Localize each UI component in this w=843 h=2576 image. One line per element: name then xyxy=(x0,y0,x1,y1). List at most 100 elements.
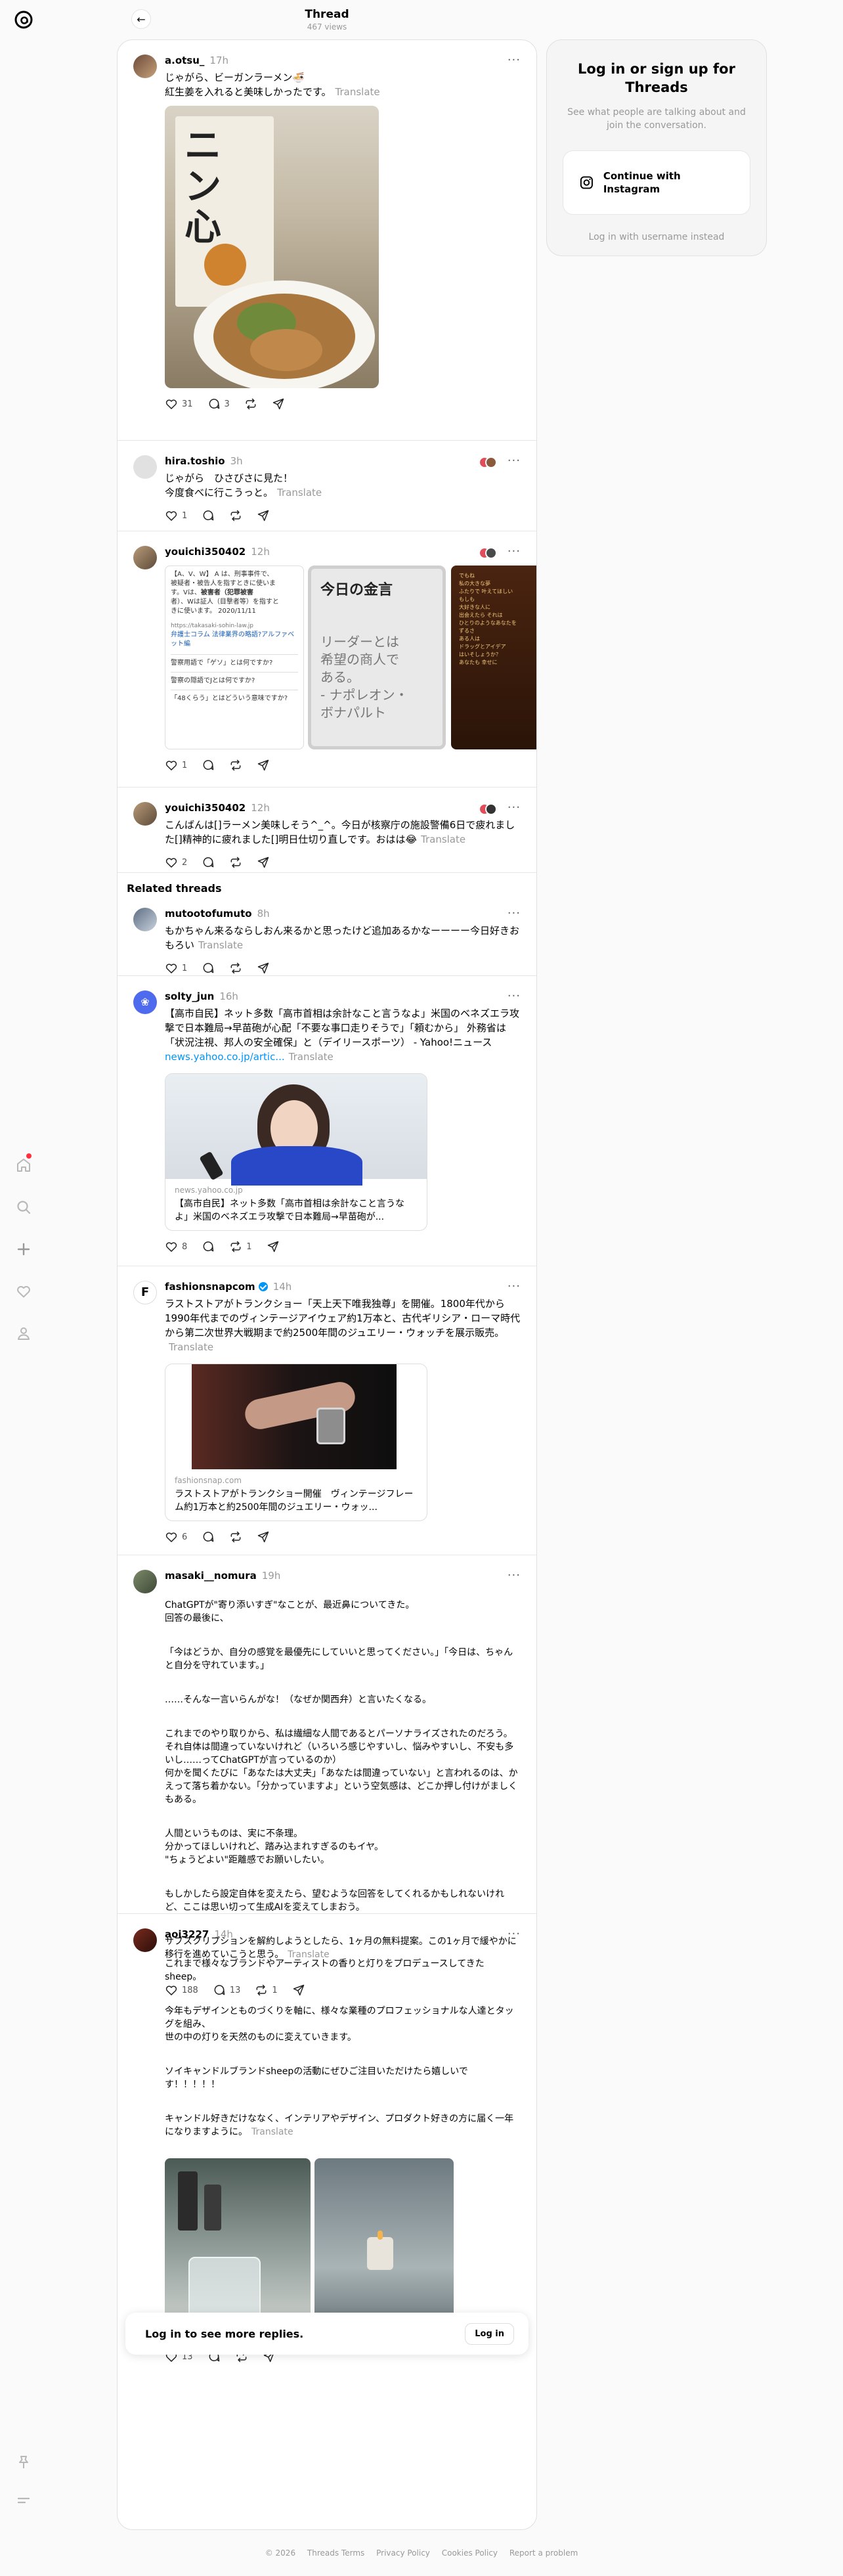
share-button[interactable] xyxy=(272,397,285,411)
related-post[interactable]: ··· masaki__nomura 19h ChatGPTが"寄り添いすぎ"なこ… xyxy=(118,1555,536,1914)
reply-button[interactable] xyxy=(202,1530,215,1543)
like-button[interactable]: 31 xyxy=(165,397,193,411)
repost-button[interactable] xyxy=(229,1530,242,1543)
share-button[interactable] xyxy=(267,1240,280,1253)
continue-with-instagram-button[interactable]: Continue with Instagram xyxy=(563,150,750,215)
more-options-icon[interactable]: ··· xyxy=(508,989,521,1003)
avatar[interactable] xyxy=(133,1570,157,1593)
carousel-image-1[interactable]: 【A、V、W】 A は、刑事事件で、 被疑者・被告人を指すときに使いま す。Vは… xyxy=(165,566,304,749)
related-post[interactable]: F ··· fashionsnapcom 14h ラストストアがトランクショー「天… xyxy=(118,1266,536,1555)
reply-button[interactable] xyxy=(202,1240,215,1253)
username[interactable]: masaki__nomura xyxy=(165,1570,257,1582)
reply-post[interactable]: ··· hira.toshio 3h じゃがら ひさびさに見た！ 今度食べに行こう… xyxy=(118,441,536,531)
share-button[interactable] xyxy=(257,962,270,975)
more-options-icon[interactable]: ··· xyxy=(508,454,521,468)
more-options-icon[interactable]: ··· xyxy=(508,1927,521,1941)
main-post[interactable]: ··· a.otsu_ 17h じゃがら、ビーガンラーメン🍜 紅生姜を入れると美味… xyxy=(118,40,536,441)
more-options-icon[interactable]: ··· xyxy=(508,801,521,814)
repost-button[interactable] xyxy=(229,962,242,975)
like-button[interactable]: 2 xyxy=(165,856,187,869)
avatar[interactable] xyxy=(133,1928,157,1952)
repost-button[interactable]: 1 xyxy=(229,1240,252,1253)
carousel-image-3[interactable]: でもね 私の大きな夢 ふたりで 叶えてほしい もしも 大好きな人に 出会えたら … xyxy=(451,566,536,749)
more-options-icon[interactable]: ··· xyxy=(508,1568,521,1582)
reply-post[interactable]: ··· youichi350402 12h 【A、V、W】 A は、刑事事件で、 … xyxy=(118,531,536,788)
reply-post[interactable]: ··· youichi350402 12h こんばんは[]ラーメン美味しそう^_^… xyxy=(118,788,536,873)
reply-button[interactable] xyxy=(202,759,215,772)
avatar[interactable] xyxy=(133,546,157,569)
search-icon[interactable] xyxy=(0,1186,47,1228)
like-button[interactable]: 6 xyxy=(165,1530,187,1543)
translate-link[interactable]: Translate xyxy=(198,939,243,951)
related-post[interactable]: ··· aoi3227 14h これまで様々なブランドやアーティストの香りと灯りを… xyxy=(118,1914,536,2321)
more-options-icon[interactable]: ··· xyxy=(508,544,521,558)
back-button[interactable]: ← xyxy=(131,9,151,29)
like-button[interactable]: 1 xyxy=(165,962,187,975)
share-button[interactable] xyxy=(257,509,270,522)
more-options-icon[interactable]: ··· xyxy=(508,1279,521,1293)
username[interactable]: fashionsnapcom xyxy=(165,1281,255,1293)
like-button[interactable]: 1 xyxy=(165,759,187,772)
repost-button[interactable] xyxy=(229,509,242,522)
login-card-subtitle: See what people are talking about and jo… xyxy=(567,107,746,131)
username[interactable]: solty_jun xyxy=(165,990,214,1002)
translate-link[interactable]: Translate xyxy=(335,86,380,98)
avatar[interactable] xyxy=(133,908,157,931)
reply-count: 3 xyxy=(224,399,230,409)
more-options-icon[interactable]: ··· xyxy=(508,53,521,67)
username[interactable]: aoi3227 xyxy=(165,1928,209,1940)
link-preview-card[interactable]: fashionsnap.com ラストストアがトランクショー開催 ヴィンテージフ… xyxy=(165,1364,427,1521)
create-icon[interactable] xyxy=(0,1228,47,1270)
like-button[interactable]: 1 xyxy=(165,509,187,522)
profile-icon[interactable] xyxy=(0,1312,47,1354)
avatar[interactable]: ❀ xyxy=(133,990,157,1014)
threads-logo-icon[interactable] xyxy=(13,9,34,30)
related-post[interactable]: ··· mutootofumuto 8h もかちゃん来るならしおん来るかと思ったけ… xyxy=(118,897,536,976)
post-text-content: 【高市自民】ネット多数「高市首相は余計なこと言うなよ」米国のベネズエラ攻撃で日本… xyxy=(165,1008,520,1048)
avatar[interactable] xyxy=(133,802,157,826)
menu-icon[interactable] xyxy=(0,2481,47,2520)
reply-button[interactable] xyxy=(202,509,215,522)
repost-button[interactable] xyxy=(244,397,257,411)
username[interactable]: youichi350402 xyxy=(165,546,246,558)
home-icon[interactable] xyxy=(0,1144,47,1186)
footer-link-report[interactable]: Report a problem xyxy=(509,2548,578,2558)
repost-button[interactable] xyxy=(229,759,242,772)
share-button[interactable] xyxy=(257,856,270,869)
username-login-link[interactable]: Log in with username instead xyxy=(563,232,750,242)
reply-button[interactable]: 3 xyxy=(207,397,230,411)
reply-button[interactable] xyxy=(202,856,215,869)
more-options-icon[interactable]: ··· xyxy=(508,906,521,920)
post-image[interactable]: ニン心 xyxy=(165,106,379,388)
avatar[interactable] xyxy=(133,455,157,479)
repost-button[interactable] xyxy=(229,856,242,869)
activity-icon[interactable] xyxy=(0,1270,47,1312)
pin-icon[interactable] xyxy=(0,2443,47,2481)
login-button[interactable]: Log in xyxy=(465,2322,514,2345)
like-button[interactable]: 8 xyxy=(165,1240,187,1253)
username[interactable]: youichi350402 xyxy=(165,802,246,814)
translate-link[interactable]: Translate xyxy=(289,1051,334,1063)
translate-link[interactable]: Translate xyxy=(277,487,322,499)
carousel-image-2[interactable]: 今日の金言 リーダーとは 希望の商人で ある。 - ナポレオン・ ボナパルト xyxy=(308,566,446,749)
username[interactable]: hira.toshio xyxy=(165,455,225,467)
share-button[interactable] xyxy=(257,759,270,772)
translate-link[interactable]: Translate xyxy=(421,833,465,845)
translate-link[interactable]: Translate xyxy=(251,2127,293,2137)
image-carousel[interactable]: 【A、V、W】 A は、刑事事件で、 被疑者・被告人を指すときに使いま す。Vは… xyxy=(165,566,536,749)
footer-link-privacy[interactable]: Privacy Policy xyxy=(376,2548,430,2558)
post-text-content: じゃがら ひさびさに見た！ 今度食べに行こうっと。 xyxy=(165,472,293,499)
username[interactable]: mutootofumuto xyxy=(165,908,252,920)
avatar[interactable]: F xyxy=(133,1281,157,1304)
avatar[interactable] xyxy=(133,55,157,78)
link-preview-card[interactable]: news.yahoo.co.jp 【高市自民】ネット多数「高市首相は余計なこと言… xyxy=(165,1073,427,1231)
share-button[interactable] xyxy=(257,1530,270,1543)
related-threads-heading: Related threads xyxy=(127,882,222,895)
related-post[interactable]: ❀ ··· solty_jun 16h 【高市自民】ネット多数「高市首相は余計なこ… xyxy=(118,976,536,1266)
footer-link-cookies[interactable]: Cookies Policy xyxy=(442,2548,498,2558)
footer-link-terms[interactable]: Threads Terms xyxy=(307,2548,364,2558)
reply-button[interactable] xyxy=(202,962,215,975)
translate-link[interactable]: Translate xyxy=(169,1341,213,1353)
post-link[interactable]: news.yahoo.co.jp/artic... xyxy=(165,1051,285,1063)
username[interactable]: a.otsu_ xyxy=(165,55,204,66)
